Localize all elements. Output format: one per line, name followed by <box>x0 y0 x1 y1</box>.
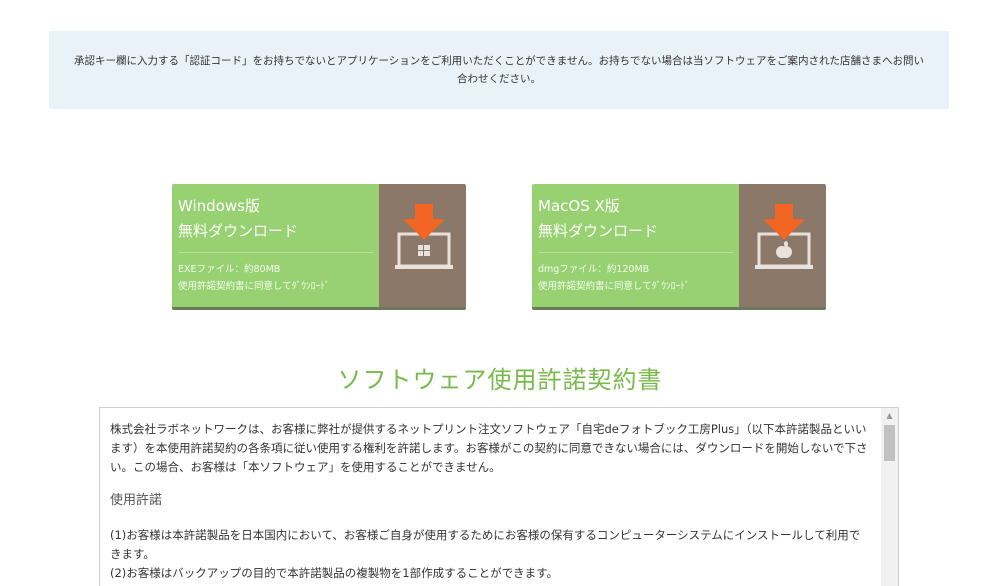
license-intro: 株式会社ラボネットワークは、お客様に弊社が提供するネットプリント注文ソフトウェア… <box>110 422 868 474</box>
license-heading: ソフトウェア使用許諾契約書 <box>337 366 663 394</box>
divider <box>178 252 373 253</box>
mac-download-subtitle: 無料ダウンロード <box>538 222 659 240</box>
mac-download-title: MacOS X版 <box>538 197 620 215</box>
mac-agree-note: 使用許諾契約書に同意してﾀﾞｳﾝﾛｰﾄﾞ <box>538 281 690 292</box>
windows-agree-note: 使用許諾契約書に同意してﾀﾞｳﾝﾛｰﾄﾞ <box>178 281 330 292</box>
windows-download-button[interactable]: Windows版 無料ダウンロード EXEファイル：約80MB 使用許諾契約書に… <box>172 184 466 307</box>
windows-download-subtitle: 無料ダウンロード <box>178 222 299 240</box>
apple-laptop-download-icon <box>755 204 813 269</box>
auth-code-notice: 承認キー欄に入力する「認証コード」をお持ちでないとアプリケーションをご利用いただ… <box>49 31 949 109</box>
license-scrollbar[interactable]: ▲ <box>881 408 898 586</box>
windows-file-info: EXEファイル：約80MB <box>178 264 281 275</box>
mac-download-text-panel: MacOS X版 無料ダウンロード dmgファイル：約120MB 使用許諾契約書… <box>532 184 739 307</box>
mac-download-button[interactable]: MacOS X版 無料ダウンロード dmgファイル：約120MB 使用許諾契約書… <box>532 184 826 307</box>
mac-icon-panel <box>739 184 826 307</box>
scroll-up-arrow-icon[interactable]: ▲ <box>881 410 898 422</box>
mac-file-info: dmgファイル：約120MB <box>538 264 650 275</box>
windows-laptop-download-icon <box>395 204 453 269</box>
divider <box>538 252 733 253</box>
windows-download-title: Windows版 <box>178 197 260 215</box>
notice-text: 承認キー欄に入力する「認証コード」をお持ちでないとアプリケーションをご利用いただ… <box>74 55 924 85</box>
license-section-title: 使用許諾 <box>110 493 163 508</box>
windows-icon-panel <box>379 184 466 307</box>
license-body: 株式会社ラボネットワークは、お客様に弊社が提供するネットプリント注文ソフトウェア… <box>110 420 868 583</box>
scrollbar-thumb[interactable] <box>884 425 895 461</box>
windows-download-text-panel: Windows版 無料ダウンロード EXEファイル：約80MB 使用許諾契約書に… <box>172 184 379 307</box>
license-text-box[interactable]: 株式会社ラボネットワークは、お客様に弊社が提供するネットプリント注文ソフトウェア… <box>99 407 899 586</box>
license-clause: (2)お客様はバックアップの目的で本許諾製品の複製物を1部作成することができます… <box>110 566 558 580</box>
license-clause: (1)お客様は本許諾製品を日本国内において、お客様ご自身が使用するためにお客様の… <box>110 528 861 561</box>
